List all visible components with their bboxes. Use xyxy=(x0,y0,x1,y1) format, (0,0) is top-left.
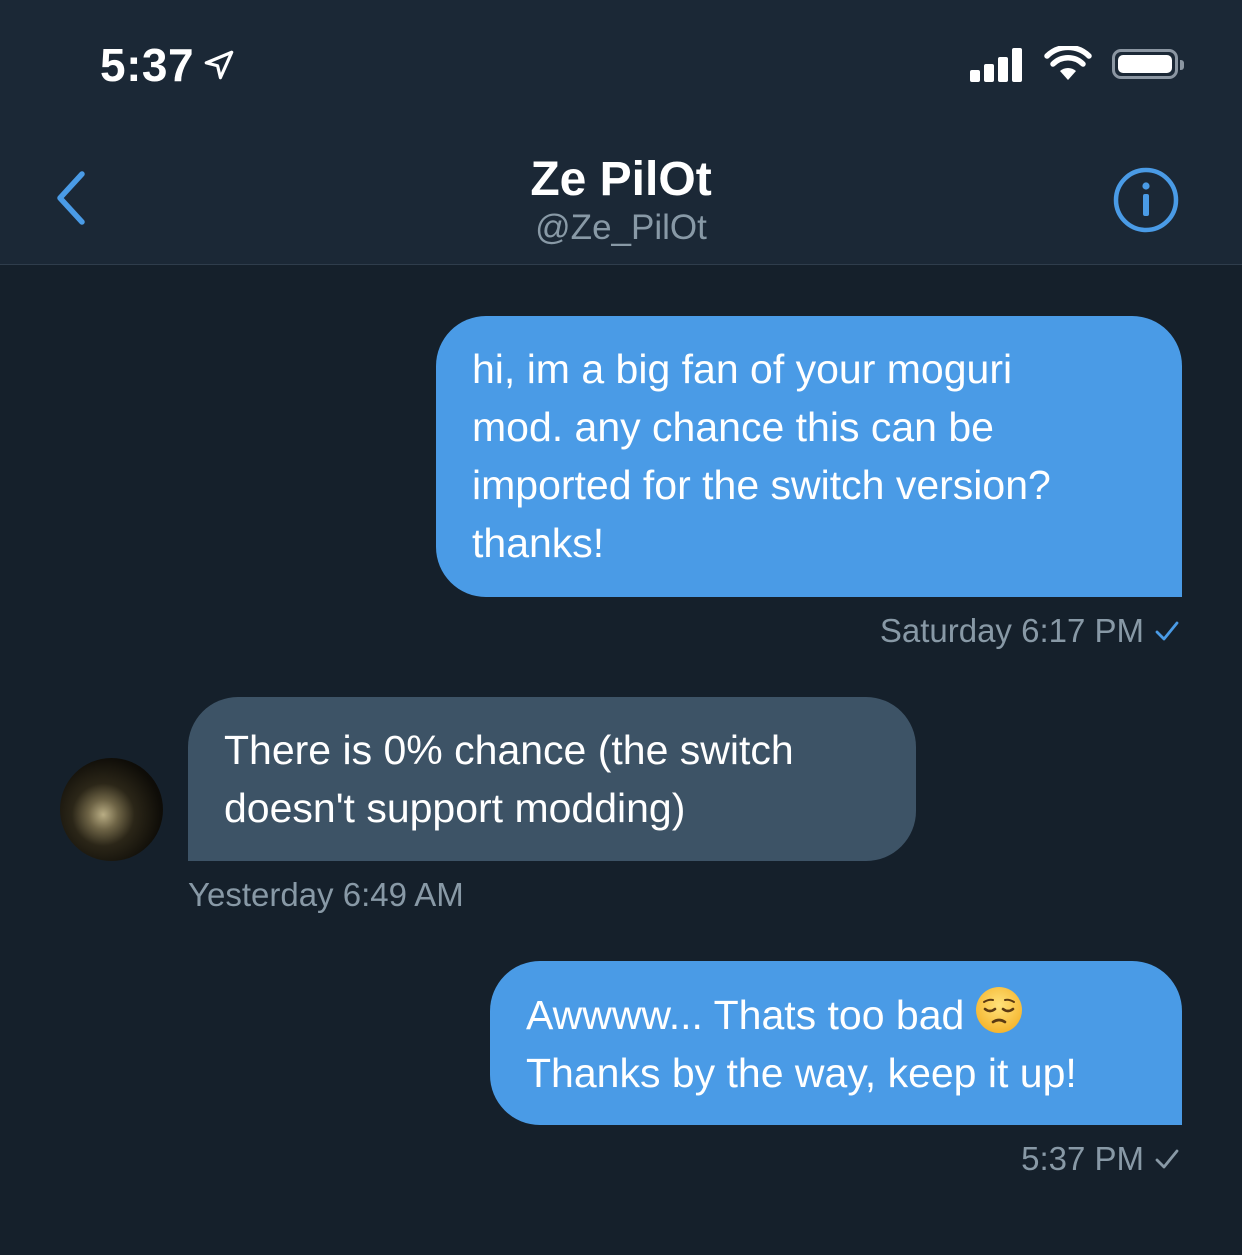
message-text-line: mod. any chance this can be xyxy=(472,404,994,450)
incoming-message-bubble[interactable]: There is 0% chance (the switch doesn't s… xyxy=(188,697,916,861)
message-timestamp: Saturday 6:17 PM xyxy=(879,612,1144,649)
message-text-line: thanks! xyxy=(472,520,605,566)
message-meta: Yesterday 6:49 AM xyxy=(188,876,464,914)
pensive-face-emoji xyxy=(976,987,1023,1033)
checkmark-icon xyxy=(1155,1149,1179,1169)
conversation-header: 5:37 Ze PilOt @Ze_PilOt xyxy=(0,0,1242,265)
status-bar-indicators xyxy=(970,46,1184,82)
outgoing-message-bubble[interactable]: hi, im a big fan of your moguri mod. any… xyxy=(436,316,1182,597)
outgoing-message-bubble[interactable]: Awwww... Thats too bad Thanks by the way… xyxy=(490,961,1182,1125)
status-time-text: 5:37 xyxy=(100,39,195,91)
info-circle-icon xyxy=(1113,167,1179,233)
battery-fill xyxy=(1118,55,1172,73)
message-meta: 5:37 PM xyxy=(1021,1140,1180,1178)
battery-nub xyxy=(1180,60,1184,70)
conversation-handle: @Ze_PilOt xyxy=(535,208,707,247)
message-text-line: doesn't support modding) xyxy=(224,785,686,831)
message-text-line: There is 0% chance (the switch xyxy=(224,727,794,773)
message-text-line: imported for the switch version? xyxy=(472,462,1051,508)
battery-icon xyxy=(1112,49,1184,79)
message-timestamp: Yesterday 6:49 AM xyxy=(188,876,464,913)
message-meta: Saturday 6:17 PM xyxy=(880,612,1180,650)
message-text-line: Awwww... Thats too bad xyxy=(526,985,1146,1044)
message-text-line: Thanks by the way, keep it up! xyxy=(526,1050,1077,1096)
wifi-icon xyxy=(1044,46,1092,80)
message-text: Awwww... Thats too bad xyxy=(526,992,965,1038)
message-text-line: hi, im a big fan of your moguri xyxy=(472,346,1013,392)
conversation-title: Ze PilOt xyxy=(530,153,712,206)
message-timestamp: 5:37 PM xyxy=(1021,1140,1144,1177)
info-button[interactable] xyxy=(1112,166,1180,234)
checkmark-icon xyxy=(1155,621,1179,641)
status-bar-time: 5:37 xyxy=(100,38,236,92)
avatar[interactable] xyxy=(60,758,163,861)
location-arrow-icon xyxy=(204,50,234,80)
cellular-signal-icon xyxy=(970,46,1022,82)
